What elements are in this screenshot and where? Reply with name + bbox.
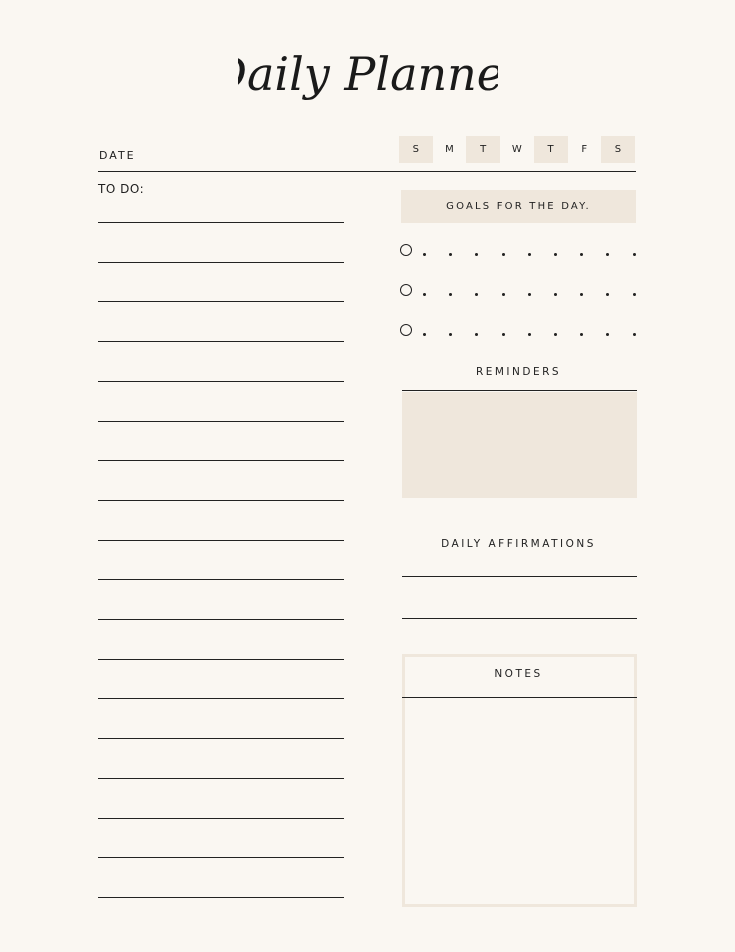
todo-line[interactable]: [98, 420, 344, 422]
todo-line[interactable]: [98, 380, 344, 382]
leader-dot: [580, 333, 584, 336]
leader-dot: [449, 293, 453, 296]
leader-dot: [606, 293, 610, 296]
goal-item[interactable]: [399, 244, 639, 262]
weekday-box[interactable]: W: [500, 136, 534, 163]
leader-dot: [423, 293, 426, 296]
leader-dot: [475, 333, 479, 336]
leader-dot: [501, 253, 505, 256]
goals-header: GOALS FOR THE DAY.: [401, 190, 636, 223]
notes-box[interactable]: [402, 654, 637, 907]
todo-line[interactable]: [98, 539, 344, 541]
checkbox-circle-icon[interactable]: [400, 284, 412, 296]
weekday-box[interactable]: T: [466, 136, 501, 163]
leader-dot: [606, 333, 610, 336]
todo-line[interactable]: [98, 658, 344, 660]
todo-line[interactable]: [98, 777, 344, 779]
todo-line[interactable]: [98, 301, 344, 303]
todo-line[interactable]: [98, 499, 344, 501]
planner-title: Daily Planner: [0, 22, 735, 122]
leader-dot: [501, 293, 505, 296]
leader-dot: [632, 293, 636, 296]
weekday-box[interactable]: M: [433, 136, 467, 163]
todo-line[interactable]: [98, 460, 344, 462]
leader-dot: [449, 253, 453, 256]
checkbox-circle-icon[interactable]: [400, 324, 412, 336]
leader-dot: [527, 293, 531, 296]
notes-title: NOTES: [494, 668, 543, 680]
affirmation-line[interactable]: [402, 576, 637, 577]
leader-dot: [475, 293, 479, 296]
leader-dot: [423, 253, 426, 256]
checkbox-circle-icon[interactable]: [400, 244, 412, 256]
weekday-box[interactable]: S: [601, 136, 636, 163]
todo-line[interactable]: [98, 817, 344, 819]
notes-rule: [402, 697, 637, 698]
weekday-box[interactable]: T: [533, 136, 568, 163]
date-rule: [98, 171, 636, 172]
todo-line[interactable]: [98, 738, 344, 740]
goal-item[interactable]: [399, 284, 639, 302]
todo-line[interactable]: [98, 857, 344, 859]
leader-dot: [475, 253, 479, 256]
reminders-box[interactable]: [402, 392, 637, 498]
weekday-box[interactable]: F: [568, 136, 602, 163]
goal-item[interactable]: [399, 324, 639, 342]
leader-dot: [527, 253, 531, 256]
todo-label: TO DO:: [98, 182, 145, 196]
date-label: DATE: [99, 149, 136, 162]
affirmation-line[interactable]: [402, 618, 637, 619]
reminders-rule: [402, 390, 637, 391]
reminders-title: REMINDERS: [475, 366, 562, 378]
leader-dot: [554, 333, 557, 336]
leader-dot: [449, 333, 453, 336]
leader-dot: [580, 253, 584, 256]
leader-dot: [632, 253, 636, 256]
planner-title-text: Daily Planner: [238, 47, 498, 101]
affirmations-title: DAILY AFFIRMATIONS: [441, 538, 596, 550]
todo-line[interactable]: [98, 261, 344, 263]
leader-dot: [606, 253, 610, 256]
leader-dot: [501, 333, 505, 336]
leader-dot: [423, 333, 426, 336]
leader-dot: [554, 253, 557, 256]
todo-line[interactable]: [98, 341, 344, 343]
leader-dot: [554, 293, 557, 296]
goals-title: GOALS FOR THE DAY.: [446, 201, 591, 212]
todo-line[interactable]: [98, 896, 344, 898]
leader-dot: [580, 293, 584, 296]
todo-line[interactable]: [98, 579, 344, 581]
todo-line[interactable]: [98, 698, 344, 700]
todo-line[interactable]: [98, 222, 344, 223]
planner-title-script: Daily Planner: [238, 47, 498, 101]
todo-line[interactable]: [98, 619, 344, 620]
leader-dot: [527, 333, 531, 336]
weekday-box[interactable]: S: [399, 136, 433, 163]
leader-dot: [632, 333, 636, 336]
